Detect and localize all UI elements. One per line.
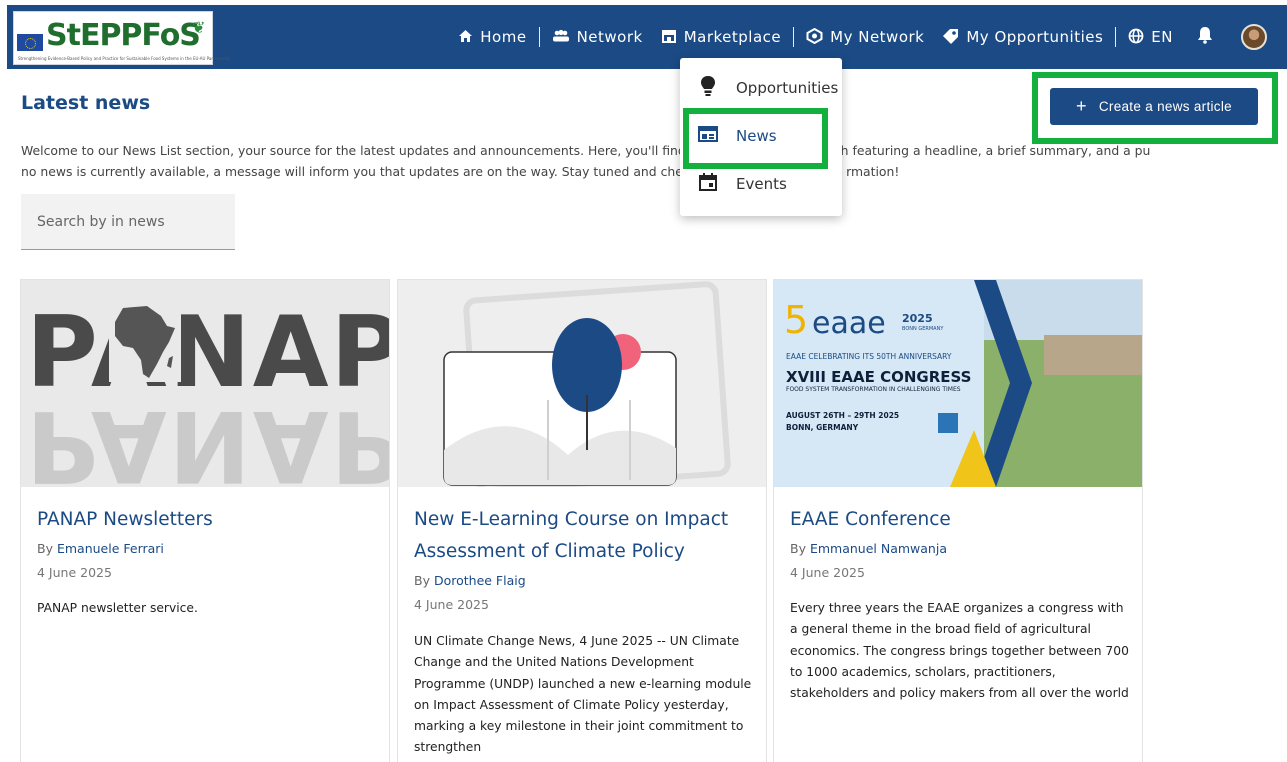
placeholder-illustration-icon — [398, 280, 766, 487]
menu-item-news-label: News — [736, 127, 777, 145]
marketplace-dropdown-menu: Opportunities News Events — [680, 58, 842, 216]
nav-home[interactable]: Home — [458, 28, 526, 46]
nav-divider — [538, 27, 540, 47]
home-icon — [458, 29, 473, 46]
nav-network[interactable]: Network — [552, 28, 643, 46]
users-icon — [552, 29, 570, 45]
author-link[interactable]: Emmanuel Namwanja — [810, 541, 947, 556]
news-card-description: UN Climate Change News, 4 June 2025 -- U… — [414, 634, 752, 755]
menu-item-events[interactable]: Events — [680, 164, 842, 204]
eaae-location-small: BONN GERMANY — [902, 326, 944, 332]
notifications-bell-icon[interactable] — [1197, 26, 1213, 48]
lightbulb-icon — [698, 75, 718, 102]
logo-tagline: Strengthening Evidence-Based Policy and … — [18, 56, 230, 61]
eaae-congress-title: XVIII EAAE CONGRESS — [786, 368, 972, 386]
news-card-byline: By Emmanuel Namwanja — [790, 541, 947, 556]
eaae-logo: eaae — [812, 306, 886, 341]
eaae-city: BONN, GERMANY — [786, 423, 859, 432]
news-card-title[interactable]: PANAP Newsletters — [37, 504, 377, 536]
news-card-byline: By Emanuele Ferrari — [37, 541, 164, 556]
news-card[interactable]: PANAP PANAP PANAP Newsletters By Emanuel… — [20, 279, 390, 762]
news-card-date: 4 June 2025 — [37, 565, 112, 580]
menu-item-news[interactable]: News — [680, 116, 842, 156]
author-link[interactable]: Dorothee Flaig — [434, 573, 526, 588]
language-selector[interactable]: EN — [1128, 28, 1173, 47]
eaae-dates: AUGUST 26TH – 29TH 2025 — [786, 411, 900, 420]
nav-home-label: Home — [480, 28, 527, 46]
nav-divider — [1115, 27, 1117, 47]
nav-my-opportunities[interactable]: My Opportunities — [942, 28, 1103, 47]
tag-icon — [942, 28, 959, 47]
eaae-year: 2025 — [902, 312, 933, 325]
menu-item-events-label: Events — [736, 175, 787, 193]
news-card-date: 4 June 2025 — [414, 597, 489, 612]
nav-marketplace-label: Marketplace — [683, 28, 782, 46]
eu-flag-icon — [17, 34, 43, 51]
news-icon — [698, 125, 718, 147]
africa-map-icon — [109, 302, 181, 382]
user-avatar[interactable] — [1241, 24, 1267, 50]
news-card-byline: By Dorothee Flaig — [414, 573, 526, 588]
network-cube-icon — [806, 27, 823, 47]
nav-marketplace[interactable]: Marketplace — [661, 28, 781, 46]
news-card-description: PANAP newsletter service. — [37, 601, 198, 615]
nav-network-label: Network — [576, 28, 643, 46]
news-search-input[interactable] — [21, 194, 235, 250]
intro-text: Welcome to our News List section, your s… — [21, 143, 1151, 179]
main-nav: Home Network Marketplace My Network My O… — [458, 21, 1267, 53]
nav-my-opportunities-label: My Opportunities — [966, 28, 1104, 46]
globe-icon — [1128, 28, 1144, 47]
nav-my-network-label: My Network — [830, 28, 925, 46]
card-image-panap: PANAP PANAP — [21, 280, 389, 487]
logo-text: StEPPFoS — [46, 18, 201, 53]
menu-item-opportunities-label: Opportunities — [736, 79, 839, 97]
eaae-congress-subtitle: FOOD SYSTEM TRANSFORMATION IN CHALLENGIN… — [786, 386, 961, 393]
app-frame: StEPPFoS ❦ Strengthening Evidence-Based … — [0, 0, 1287, 762]
author-link[interactable]: Emanuele Ferrari — [57, 541, 164, 556]
news-card[interactable]: 5 eaae 2025 BONN GERMANY EAAE CELEBRATIN… — [773, 279, 1143, 762]
language-label: EN — [1151, 28, 1173, 46]
news-card[interactable]: New E-Learning Course on Impact Assessme… — [397, 279, 767, 762]
page-title: Latest news — [21, 92, 151, 114]
calendar-icon — [698, 172, 718, 196]
leaf-icon: ❦ — [192, 18, 206, 37]
create-news-article-button[interactable]: + Create a news article — [1050, 88, 1258, 125]
nav-divider — [793, 27, 795, 47]
plus-icon: + — [1076, 96, 1087, 116]
news-card-description: Every three years the EAAE organizes a c… — [790, 601, 1129, 701]
news-card-title[interactable]: EAAE Conference — [790, 504, 1130, 536]
create-news-article-label: Create a news article — [1098, 99, 1232, 114]
eaae-anniversary: EAAE CELEBRATING ITS 50TH ANNIVERSARY — [786, 352, 952, 361]
card-image-placeholder — [398, 280, 766, 487]
site-logo[interactable]: StEPPFoS ❦ Strengthening Evidence-Based … — [13, 11, 230, 65]
card-image-eaae-banner: 5 eaae 2025 BONN GERMANY EAAE CELEBRATIN… — [774, 280, 1142, 487]
news-card-title[interactable]: New E-Learning Course on Impact Assessme… — [414, 504, 754, 568]
panap-logo: PANAP — [26, 296, 389, 410]
store-icon — [661, 29, 677, 46]
news-card-date: 4 June 2025 — [790, 565, 865, 580]
menu-item-opportunities[interactable]: Opportunities — [680, 68, 842, 108]
nav-my-network[interactable]: My Network — [806, 27, 925, 47]
anniversary-50-mark: 5 — [784, 298, 809, 342]
